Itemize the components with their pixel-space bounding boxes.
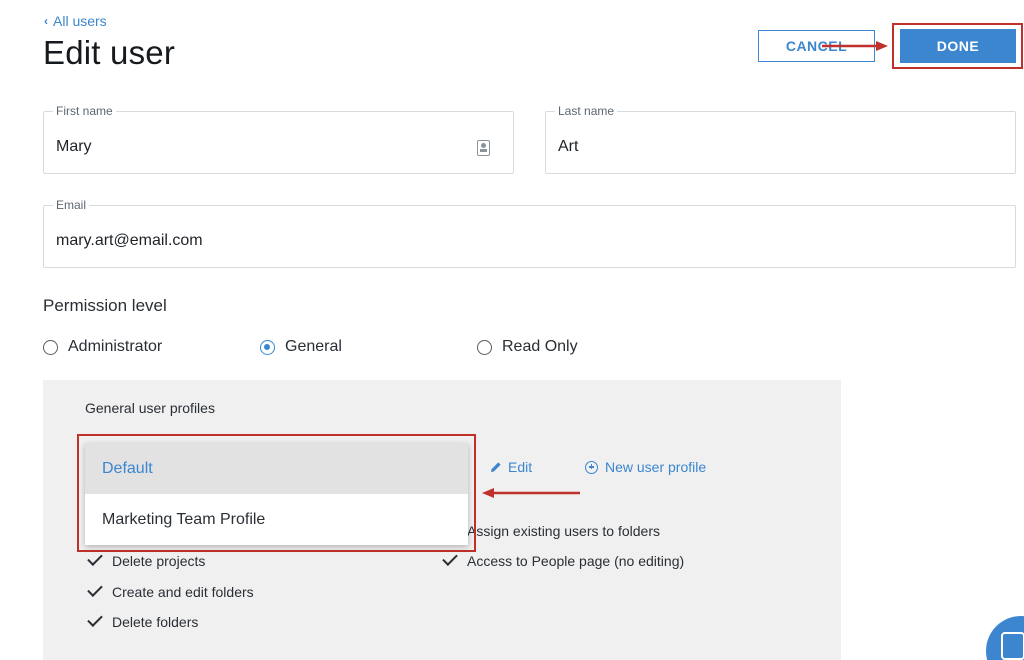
last-name-value: Art [558,138,579,155]
last-name-field[interactable]: Last name Art [545,104,1016,174]
permission-item-label: Access to People page (no editing) [467,553,685,569]
permission-item: Delete projects [87,550,206,569]
radio-general[interactable]: General [260,338,342,356]
checkmark-icon [87,611,103,627]
permission-item: Delete folders [87,611,199,630]
contact-card-icon[interactable] [477,140,490,156]
email-value: mary.art@email.com [56,232,203,249]
new-user-profile-link[interactable]: New user profile [585,459,706,475]
radio-administrator-label: Administrator [68,338,163,355]
permission-item-label: Assign existing users to folders [467,523,660,539]
radio-read-only-label: Read Only [502,338,578,355]
permission-item-label: Create and edit folders [112,584,254,600]
checkmark-icon [442,550,458,566]
first-name-field[interactable]: First name Mary [43,104,514,174]
dropdown-option-marketing-team-profile[interactable]: Marketing Team Profile [85,494,468,545]
permission-item-label: Delete projects [112,553,206,569]
edit-label: Edit [508,459,533,475]
dropdown-option-default[interactable]: Default [85,443,468,494]
done-button[interactable]: DONE [900,29,1016,63]
checkmark-icon [87,581,103,597]
first-name-value: Mary [56,138,92,155]
radio-icon [477,339,492,355]
email-field[interactable]: Email mary.art@email.com [43,198,1016,268]
permission-item-label: Delete folders [112,614,199,630]
radio-checked-icon [260,339,275,355]
general-user-profiles-label: General user profiles [85,400,215,416]
chat-icon[interactable] [986,616,1024,660]
email-label: Email [53,198,90,212]
permission-item: Create and edit folders [87,581,254,600]
back-link-label: All users [53,13,107,29]
radio-read-only[interactable]: Read Only [477,338,578,356]
radio-icon [43,339,58,355]
back-to-all-users-link[interactable]: ‹ All users [44,13,107,29]
pencil-icon [491,462,501,472]
new-user-profile-label: New user profile [605,459,707,475]
last-name-label: Last name [555,104,618,118]
page-title: Edit user [43,34,176,71]
checkmark-icon [87,550,103,566]
radio-general-label: General [285,338,342,355]
profile-dropdown-menu: Default Marketing Team Profile [85,443,468,545]
permission-level-label: Permission level [43,296,167,315]
plus-circle-icon [585,460,598,474]
annotation-arrow-to-dropdown [482,488,580,498]
permission-item: Access to People page (no editing) [442,550,685,569]
first-name-label: First name [53,104,116,118]
chevron-left-icon: ‹ [44,14,48,28]
radio-administrator[interactable]: Administrator [43,338,162,356]
edit-profile-link[interactable]: Edit [490,459,532,475]
annotation-arrow-to-done [822,41,888,51]
